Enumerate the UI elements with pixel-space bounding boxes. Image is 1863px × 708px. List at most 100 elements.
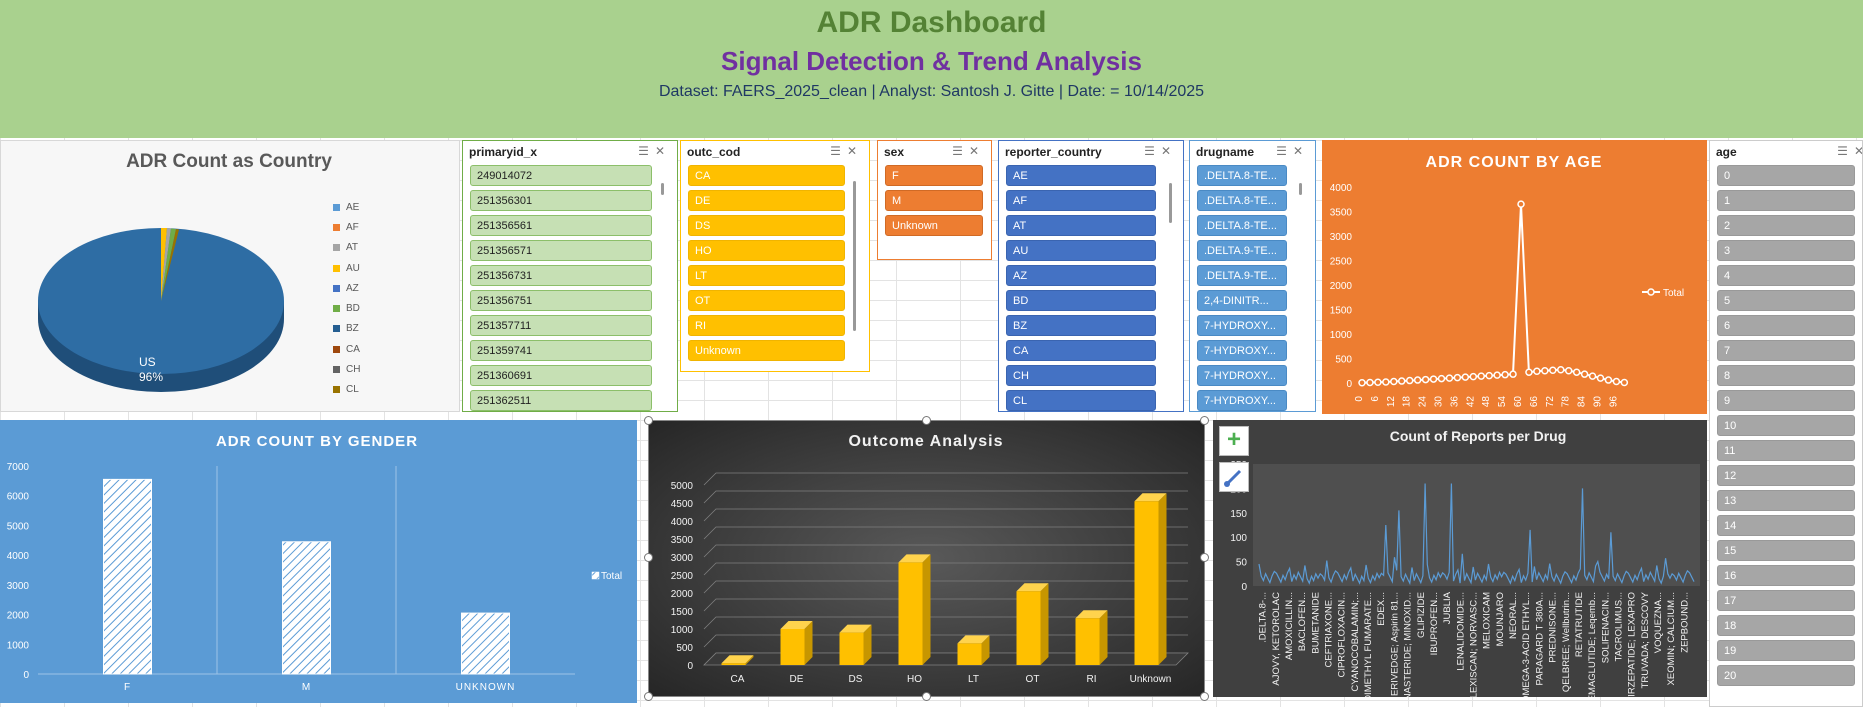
slicer-item[interactable]: 2,4-DINITR... [1197,290,1287,311]
resize-handle[interactable] [922,692,931,701]
slicer-item[interactable]: 8 [1717,365,1855,386]
slicer-item[interactable]: 17 [1717,590,1855,611]
resize-handle[interactable] [1200,692,1209,701]
slicer-controls[interactable]: ☰✕ [1144,144,1177,158]
slicer-item[interactable]: .DELTA.8-TE... [1197,165,1287,186]
resize-handle[interactable] [922,416,931,425]
slicer-controls[interactable]: ☰✕ [1837,144,1862,158]
slicer-item[interactable]: 251359741 [470,340,652,361]
slicer-item[interactable]: 3 [1717,240,1855,261]
slicer-controls[interactable]: ☰✕ [830,144,863,158]
clear-filter-icon[interactable]: ✕ [1293,144,1309,158]
slicer-item[interactable]: BZ [1006,315,1156,336]
slicer-item[interactable]: 6 [1717,315,1855,336]
slicer-item[interactable]: 7-HYDROXY... [1197,390,1287,411]
slicer-item[interactable]: 14 [1717,515,1855,536]
slicer-item[interactable]: 2 [1717,215,1855,236]
slicer-item[interactable]: CA [1006,340,1156,361]
slicer-sex[interactable]: sex ☰✕ F M Unknown [877,140,992,260]
slicer-item[interactable]: 9 [1717,390,1855,411]
slicer-item[interactable]: RI [688,315,845,336]
multi-select-icon[interactable]: ☰ [1276,144,1293,158]
slicer-item[interactable]: 7 [1717,340,1855,361]
slicer-item[interactable]: AF [1006,190,1156,211]
gender-bar-chart[interactable]: ADR COUNT BY GENDER 0 1000 2000 3000 4000 5000… [0,420,637,703]
slicer-scrollbar[interactable] [661,183,664,195]
slicer-item[interactable]: F [885,165,983,186]
slicer-item[interactable]: 12 [1717,465,1855,486]
clear-filter-icon[interactable]: ✕ [969,144,985,158]
clear-filter-icon[interactable]: ✕ [655,144,671,158]
slicer-item[interactable]: 11 [1717,440,1855,461]
slicer-age[interactable]: age ☰✕ 01234567891011121314151617181920 [1709,140,1863,707]
chart-elements-button[interactable]: + [1219,426,1249,456]
slicer-item[interactable]: 251356751 [470,290,652,311]
resize-handle[interactable] [1200,416,1209,425]
slicer-item[interactable]: AU [1006,240,1156,261]
multi-select-icon[interactable]: ☰ [1837,144,1854,158]
slicer-item[interactable]: 251362511 [470,390,652,411]
resize-handle[interactable] [1200,553,1209,562]
multi-select-icon[interactable]: ☰ [830,144,847,158]
slicer-item[interactable]: 251356301 [470,190,652,211]
outcome-bar-chart[interactable]: Outcome Analysis 0 500 1000 1500 2000 2500 3000… [648,420,1205,697]
slicer-drugname[interactable]: drugname ☰✕ .DELTA.8-TE... .DELTA.8-TE...… [1189,140,1316,412]
slicer-item[interactable]: 20 [1717,665,1855,686]
slicer-item[interactable]: LT [688,265,845,286]
slicer-item[interactable]: DS [688,215,845,236]
slicer-item[interactable]: CL [1006,390,1156,411]
slicer-item[interactable]: 7-HYDROXY... [1197,340,1287,361]
slicer-item[interactable]: CH [1006,365,1156,386]
slicer-item[interactable]: Unknown [885,215,983,236]
slicer-scrollbar[interactable] [1169,183,1172,223]
multi-select-icon[interactable]: ☰ [638,144,655,158]
chart-styles-button[interactable] [1219,462,1249,492]
slicer-item[interactable]: CA [688,165,845,186]
drug-line-chart[interactable]: Count of Reports per Drug050100150200250… [1213,420,1707,708]
clear-filter-icon[interactable]: ✕ [1854,144,1862,158]
age-line-chart[interactable]: ADR COUNT BY AGE 0 500 1000 1500 2000 2500 3000… [1322,140,1707,414]
country-pie-chart[interactable]: ADR Count as Country US 96% AE AF AT AU AZ BD… [0,140,460,412]
slicer-scrollbar[interactable] [853,181,856,331]
slicer-item[interactable]: 4 [1717,265,1855,286]
resize-handle[interactable] [644,692,653,701]
slicer-item[interactable]: 19 [1717,640,1855,661]
slicer-item[interactable]: 15 [1717,540,1855,561]
slicer-item[interactable]: 249014072 [470,165,652,186]
slicer-item[interactable]: AT [1006,215,1156,236]
slicer-item[interactable]: 7-HYDROXY... [1197,365,1287,386]
slicer-item[interactable]: 251357711 [470,315,652,336]
slicer-scrollbar[interactable] [1299,183,1302,195]
slicer-controls[interactable]: ☰✕ [952,144,985,158]
slicer-item[interactable]: 251356561 [470,215,652,236]
slicer-item[interactable]: .DELTA.9-TE... [1197,265,1287,286]
slicer-item[interactable]: AZ [1006,265,1156,286]
clear-filter-icon[interactable]: ✕ [1161,144,1177,158]
slicer-item[interactable]: 16 [1717,565,1855,586]
slicer-item[interactable]: AE [1006,165,1156,186]
resize-handle[interactable] [644,416,653,425]
slicer-item[interactable]: BD [1006,290,1156,311]
resize-handle[interactable] [644,553,653,562]
slicer-item[interactable]: OT [688,290,845,311]
slicer-item[interactable]: 251356571 [470,240,652,261]
multi-select-icon[interactable]: ☰ [1144,144,1161,158]
slicer-controls[interactable]: ☰✕ [1276,144,1309,158]
slicer-reporter-country[interactable]: reporter_country ☰✕ AE AF AT AU AZ BD BZ CA CH CL [998,140,1184,412]
slicer-item[interactable]: 0 [1717,165,1855,186]
slicer-item[interactable]: HO [688,240,845,261]
slicer-item[interactable]: 251360691 [470,365,652,386]
clear-filter-icon[interactable]: ✕ [847,144,863,158]
slicer-item[interactable]: M [885,190,983,211]
slicer-controls[interactable]: ☰✕ [638,144,671,158]
slicer-item[interactable]: 251356731 [470,265,652,286]
slicer-item[interactable]: .DELTA.8-TE... [1197,215,1287,236]
slicer-item[interactable]: .DELTA.8-TE... [1197,190,1287,211]
slicer-item[interactable]: 5 [1717,290,1855,311]
slicer-item[interactable]: 7-HYDROXY... [1197,315,1287,336]
multi-select-icon[interactable]: ☰ [952,144,969,158]
slicer-item[interactable]: 1 [1717,190,1855,211]
slicer-item[interactable]: 13 [1717,490,1855,511]
slicer-item[interactable]: 18 [1717,615,1855,636]
slicer-item[interactable]: DE [688,190,845,211]
